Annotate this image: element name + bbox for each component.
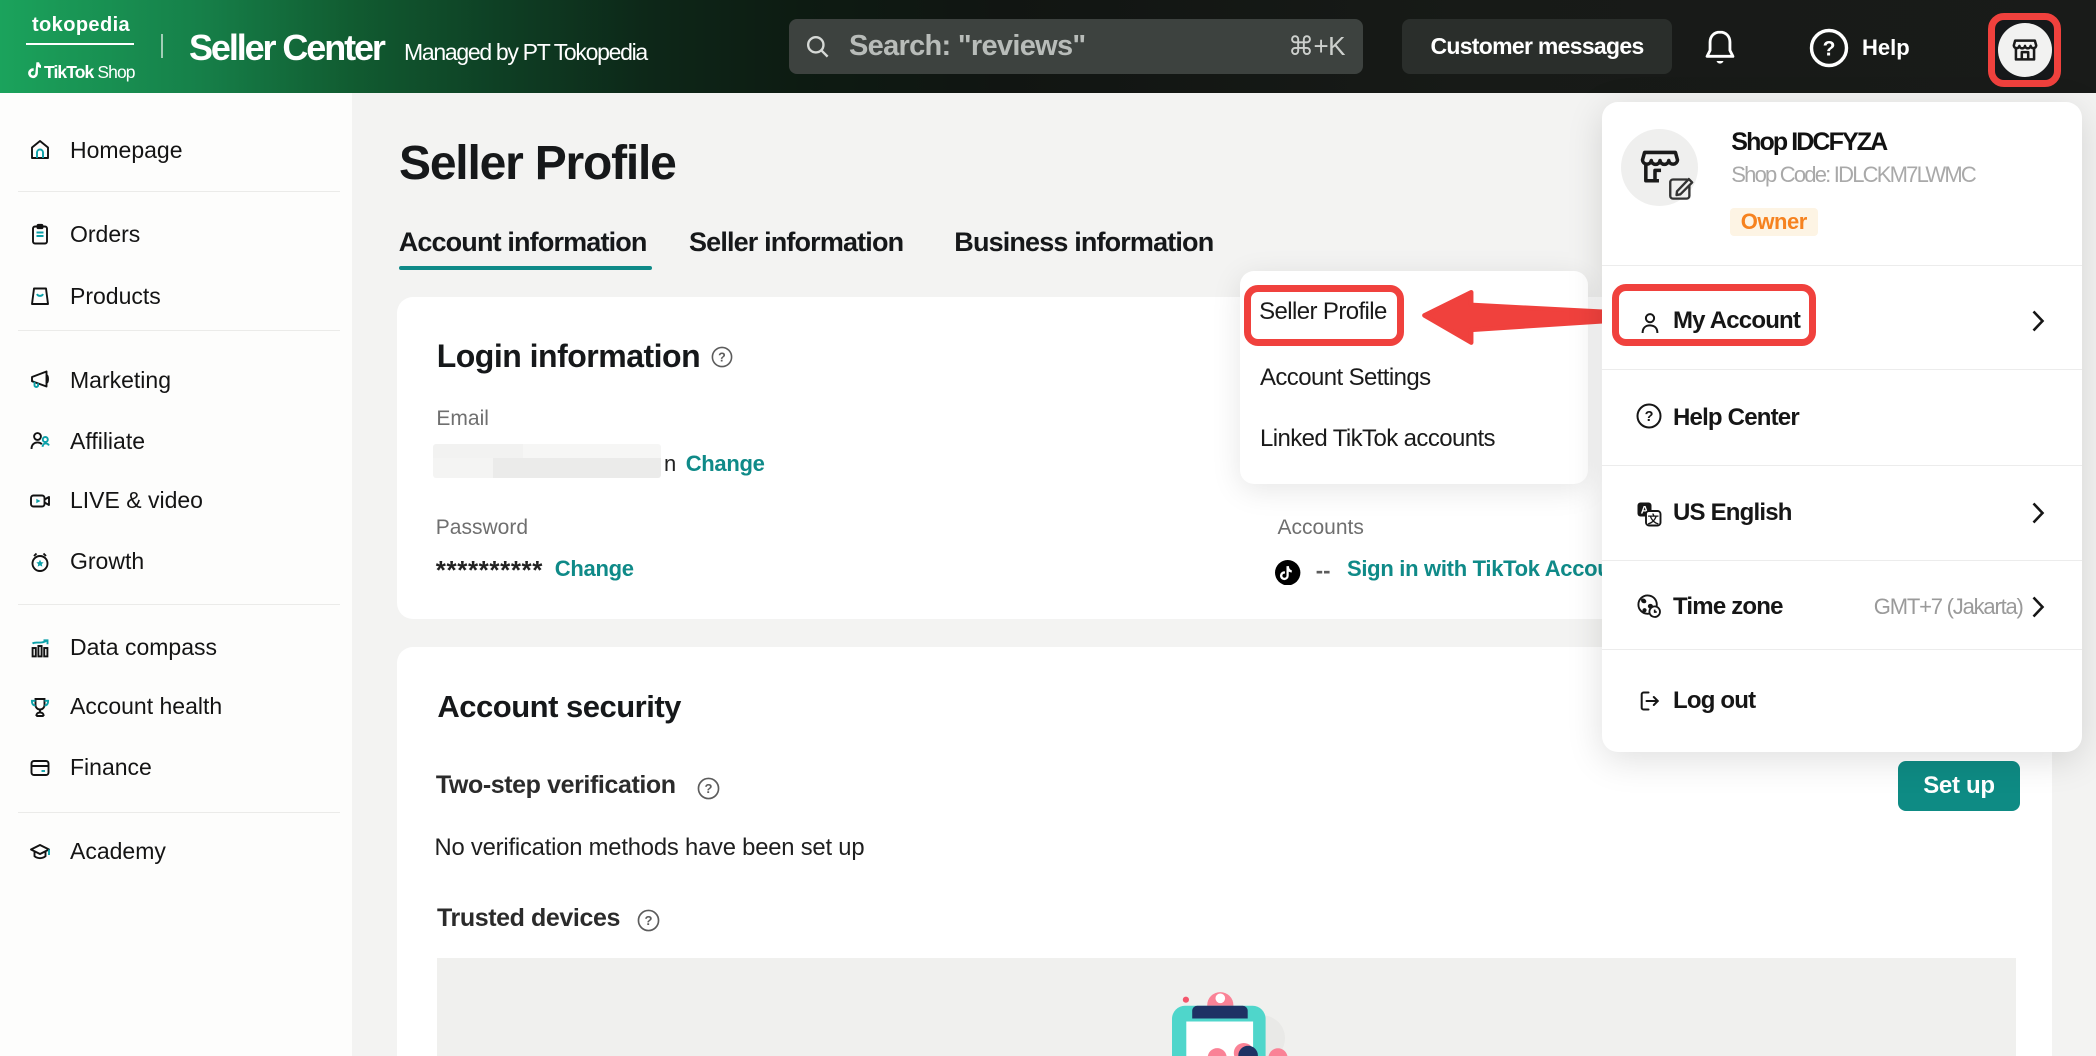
svg-text:?: ? [718, 350, 726, 364]
svg-text:?: ? [1645, 409, 1654, 425]
svg-text:?: ? [1823, 38, 1836, 61]
svg-text:?: ? [645, 913, 653, 928]
svg-text:?: ? [704, 781, 712, 796]
svg-text:文: 文 [1648, 512, 1660, 526]
